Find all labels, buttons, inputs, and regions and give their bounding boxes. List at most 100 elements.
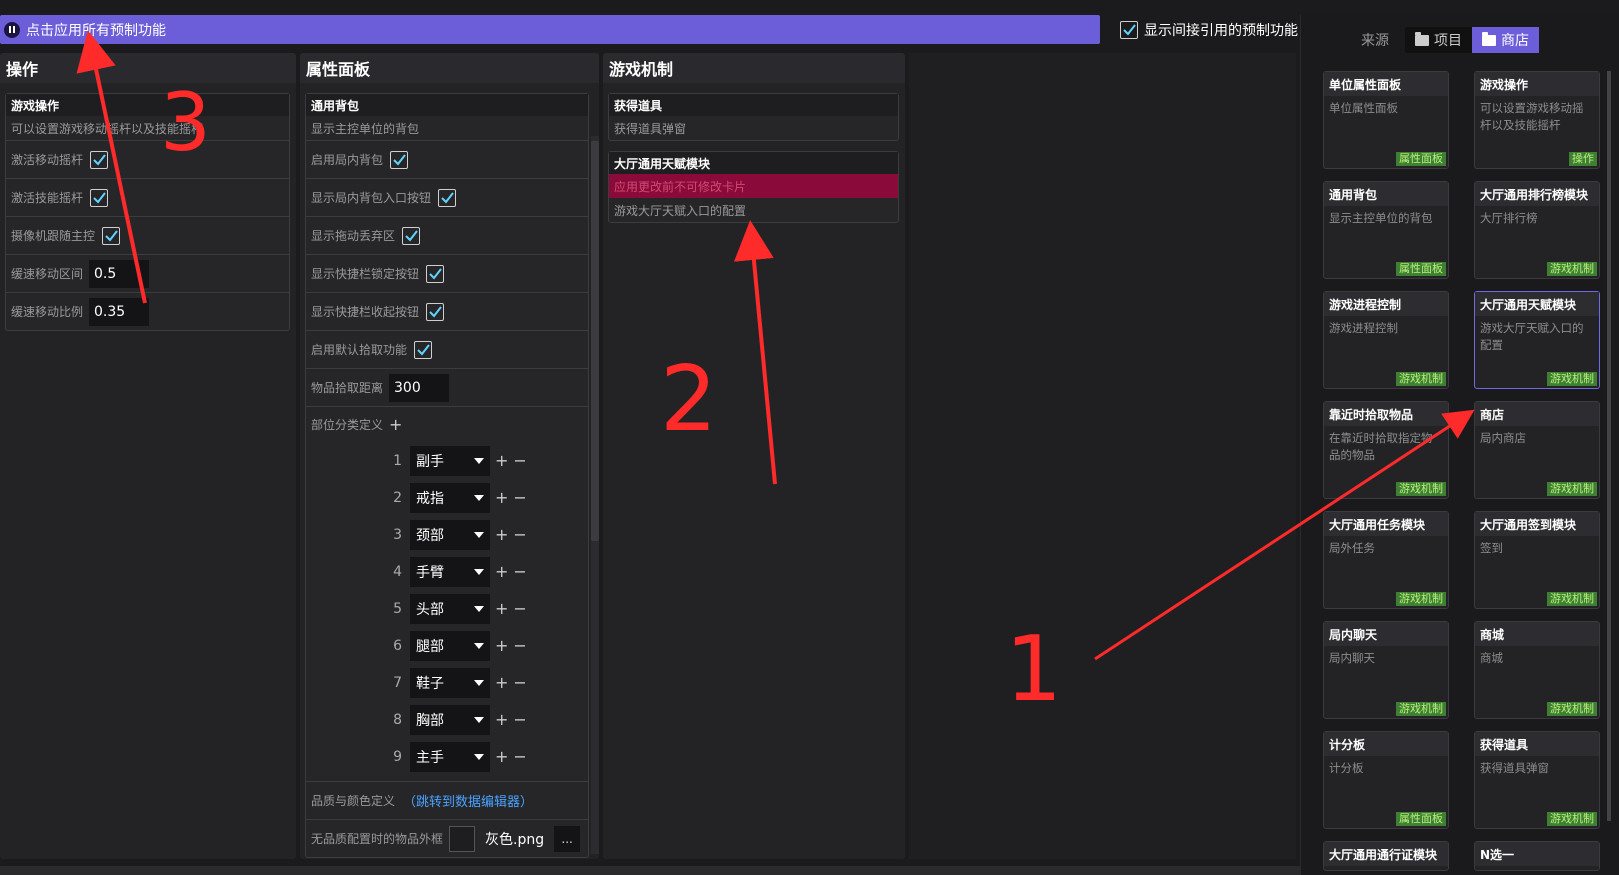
check-icon (93, 191, 106, 204)
slot-add-button[interactable]: + (495, 562, 508, 581)
preset-card[interactable]: 游戏操作 可以设置游戏移动摇杆以及技能摇杆 操作 (1474, 71, 1600, 169)
slot-select[interactable]: 手臂 (410, 556, 490, 587)
chevron-down-icon (474, 568, 484, 575)
hotbar-lock-checkbox[interactable] (426, 264, 445, 283)
chevron-down-icon (474, 753, 484, 760)
slot-number: 3 (393, 526, 402, 543)
tab-store[interactable]: 商店 (1472, 27, 1539, 53)
slot-remove-button[interactable]: − (513, 673, 526, 692)
slot-select[interactable]: 鞋子 (410, 667, 490, 698)
slot-number: 5 (393, 600, 402, 617)
add-slot-button[interactable]: + (389, 415, 402, 434)
slot-number: 8 (393, 711, 402, 728)
list-item: 1 副手 + − (306, 442, 588, 479)
slot-select[interactable]: 副手 (410, 445, 490, 476)
horizontal-scrollbar[interactable] (0, 866, 1300, 875)
slot-add-button[interactable]: + (495, 451, 508, 470)
slow-move-range-input[interactable]: 0.5 (89, 259, 150, 288)
option-row: 显示快捷栏收起按钮 (306, 292, 588, 330)
slot-add-button[interactable]: + (495, 747, 508, 766)
quality-label: 品质与颜色定义 (311, 794, 396, 808)
preset-card[interactable]: 商城 商城 游戏机制 (1474, 621, 1600, 719)
card-title: 游戏操作 (1475, 72, 1599, 96)
game-ops-group: 游戏操作 可以设置游戏移动摇杆以及技能摇杆 激活移动摇杆 激活技能摇杆 摄像机跟… (5, 93, 290, 331)
card-desc: 局内聊天 (1329, 651, 1375, 665)
frame-preview[interactable] (449, 825, 476, 852)
slot-select[interactable]: 胸部 (410, 704, 490, 735)
preset-card[interactable]: 获得道具 获得道具弹窗 游戏机制 (1474, 731, 1600, 829)
slot-remove-button[interactable]: − (513, 488, 526, 507)
option-label: 显示拖动丢弃区 (311, 229, 396, 243)
show-indirect-toggle[interactable]: 显示间接引用的预制功能 (1120, 20, 1298, 40)
slot-number: 2 (393, 489, 402, 506)
preset-card[interactable]: 游戏进程控制 游戏进程控制 游戏机制 (1323, 291, 1449, 389)
preset-card[interactable]: 计分板 计分板 属性面板 (1323, 731, 1449, 829)
show-indirect-label: 显示间接引用的预制功能 (1144, 23, 1298, 39)
slow-move-ratio-input[interactable]: 0.35 (89, 297, 150, 326)
slot-remove-button[interactable]: − (513, 562, 526, 581)
slot-add-button[interactable]: + (495, 710, 508, 729)
drag-discard-checkbox[interactable] (402, 226, 421, 245)
apply-all-presets-button[interactable]: 点击应用所有预制功能 (0, 15, 1100, 44)
card-title: 局内聊天 (1324, 622, 1448, 646)
preset-card[interactable]: 大厅通用签到模块 签到 游戏机制 (1474, 511, 1600, 609)
enable-backpack-checkbox[interactable] (390, 150, 409, 169)
hotbar-collapse-checkbox[interactable] (426, 302, 445, 321)
slot-select[interactable]: 头部 (410, 593, 490, 624)
preset-card[interactable]: 靠近时拾取物品 在靠近时拾取指定物品的物品 游戏机制 (1323, 401, 1449, 499)
slot-remove-button[interactable]: − (513, 636, 526, 655)
default-pickup-checkbox[interactable] (414, 340, 433, 359)
preset-card[interactable]: 大厅通用排行榜模块 大厅排行榜 游戏机制 (1474, 181, 1600, 279)
preset-card[interactable]: N选一 (1474, 841, 1600, 871)
preset-card[interactable]: 商店 局内商店 游戏机制 (1474, 401, 1600, 499)
slot-remove-button[interactable]: − (513, 747, 526, 766)
slot-value: 戒指 (416, 490, 444, 507)
slot-value: 头部 (416, 601, 444, 618)
attribute-panel-header: 属性面板 (300, 53, 599, 83)
card-title: 通用背包 (1324, 182, 1448, 206)
scrollbar-thumb[interactable] (591, 141, 599, 541)
category-badge: 游戏机制 (1547, 482, 1597, 496)
list-item: 2 戒指 + − (306, 479, 588, 516)
scrollbar[interactable] (1607, 71, 1611, 821)
backpack-entry-checkbox[interactable] (438, 188, 457, 207)
preset-card[interactable]: 大厅通用任务模块 局外任务 游戏机制 (1323, 511, 1449, 609)
preset-card-selected[interactable]: 大厅通用天赋模块 游戏大厅天赋入口的配置 游戏机制 (1474, 291, 1600, 389)
slot-select[interactable]: 戒指 (410, 482, 490, 513)
skill-joystick-checkbox[interactable] (90, 188, 109, 207)
source-label: 来源 (1361, 33, 1389, 49)
check-icon (441, 191, 454, 204)
slot-select[interactable]: 腿部 (410, 630, 490, 661)
check-icon (1123, 24, 1136, 36)
slot-add-button[interactable]: + (495, 673, 508, 692)
preset-card[interactable]: 单位属性面板 单位属性面板 属性面板 (1323, 71, 1449, 169)
card-desc: 显示主控单位的背包 (1329, 211, 1433, 225)
slot-remove-button[interactable]: − (513, 451, 526, 470)
chevron-down-icon (474, 457, 484, 464)
preset-card[interactable]: 大厅通用通行证模块 (1323, 841, 1449, 871)
slot-select[interactable]: 颈部 (410, 519, 490, 550)
slot-add-button[interactable]: + (495, 636, 508, 655)
browse-button[interactable]: ... (554, 825, 581, 852)
jump-to-data-editor-link[interactable]: （跳转到数据编辑器） (403, 791, 533, 810)
slot-remove-button[interactable]: − (513, 525, 526, 544)
show-indirect-checkbox[interactable] (1120, 21, 1138, 39)
pickup-distance-input[interactable]: 300 (389, 373, 450, 402)
preset-card[interactable]: 通用背包 显示主控单位的背包 属性面板 (1323, 181, 1449, 279)
move-joystick-checkbox[interactable] (90, 150, 109, 169)
slot-remove-button[interactable]: − (513, 710, 526, 729)
slot-definition-label: 部位分类定义 (311, 418, 384, 432)
card-desc: 在靠近时拾取指定物品的物品 (1329, 431, 1433, 462)
tab-project[interactable]: 项目 (1405, 27, 1472, 53)
card-title: 大厅通用排行榜模块 (1475, 182, 1599, 206)
slot-add-button[interactable]: + (495, 488, 508, 507)
category-badge: 游戏机制 (1396, 482, 1446, 496)
slot-value: 鞋子 (416, 675, 444, 692)
camera-follow-checkbox[interactable] (102, 226, 121, 245)
preset-card[interactable]: 局内聊天 局内聊天 游戏机制 (1323, 621, 1449, 719)
slot-remove-button[interactable]: − (513, 599, 526, 618)
slot-add-button[interactable]: + (495, 525, 508, 544)
option-row: 摄像机跟随主控 (6, 216, 289, 254)
slot-add-button[interactable]: + (495, 599, 508, 618)
slot-select[interactable]: 主手 (410, 741, 490, 772)
